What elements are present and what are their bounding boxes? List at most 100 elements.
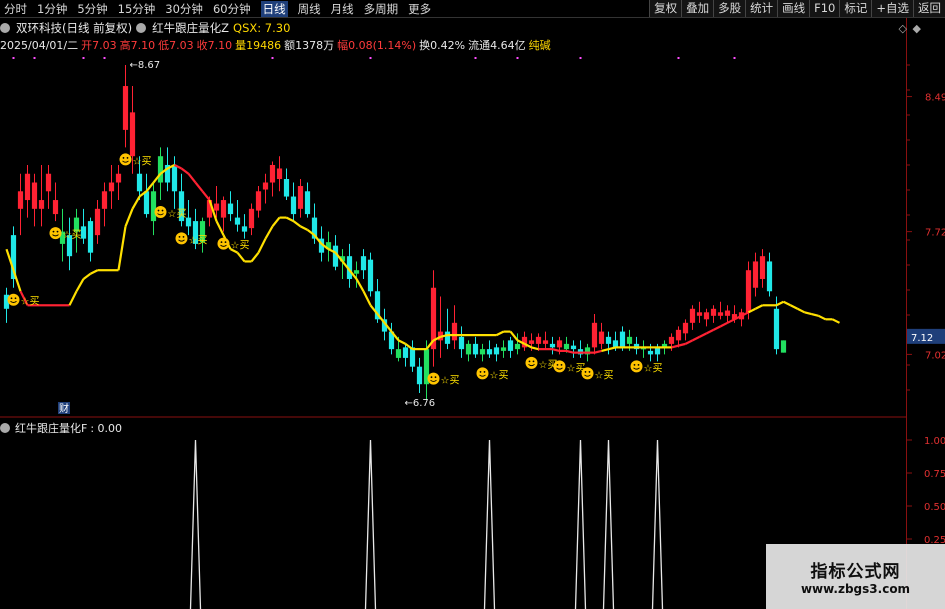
candle-body bbox=[451, 322, 458, 341]
trend-line-segment bbox=[12, 269, 22, 292]
candle-body bbox=[157, 156, 164, 183]
buy-signal-icon bbox=[154, 206, 167, 219]
candle-body bbox=[283, 179, 290, 197]
high-annotation: ←8.67 bbox=[130, 60, 161, 71]
sub-indicator-title: 红牛跟庄量化F : 0.00 bbox=[0, 420, 122, 436]
candle-body bbox=[262, 182, 269, 190]
sub-indicator-name: 红牛跟庄量化F bbox=[15, 422, 88, 435]
trend-line-segment bbox=[362, 290, 372, 306]
kline-chart: 8.497.727.027.121.000.750.500.25☆买☆买☆买☆买… bbox=[0, 57, 945, 609]
candle-body bbox=[129, 112, 136, 157]
top-marker bbox=[103, 57, 106, 59]
candle-body bbox=[360, 256, 367, 271]
quote-low: 低7.03 bbox=[158, 39, 194, 52]
sub-indicator-settings-icon[interactable] bbox=[0, 423, 10, 433]
trend-line-segment bbox=[286, 216, 294, 223]
quote-open: 开7.03 bbox=[81, 39, 117, 52]
watermark-title: 指标公式网 bbox=[810, 562, 901, 582]
candle-body bbox=[213, 203, 220, 211]
buy-signal-eye bbox=[52, 230, 55, 233]
candle-body bbox=[150, 191, 157, 222]
candle-body bbox=[24, 173, 31, 201]
buy-signal-icon bbox=[630, 360, 643, 373]
buy-signal-label: ☆买 bbox=[63, 229, 82, 241]
candle-body bbox=[591, 322, 598, 348]
candle-body bbox=[668, 336, 675, 344]
price-tick-label: 7.72 bbox=[925, 228, 945, 239]
buy-signal-icon bbox=[525, 356, 538, 369]
trend-line-segment bbox=[355, 278, 365, 292]
top-marker bbox=[12, 57, 15, 59]
candle-body bbox=[108, 182, 115, 192]
candle-body bbox=[444, 331, 451, 344]
stock-name: 双环科技(日线 前复权) bbox=[16, 21, 133, 35]
buy-signal-eye bbox=[178, 235, 181, 238]
candle-body bbox=[605, 336, 612, 344]
candle-body bbox=[647, 350, 654, 355]
candle-body bbox=[458, 336, 465, 350]
trend-line-segment bbox=[68, 290, 78, 306]
candle-body bbox=[766, 261, 773, 292]
candle-body bbox=[626, 336, 633, 344]
top-marker bbox=[369, 57, 372, 59]
trend-line-segment bbox=[201, 190, 211, 201]
current-price-label: 7.12 bbox=[911, 333, 933, 344]
candle-body bbox=[248, 208, 255, 229]
gear-icon[interactable] bbox=[0, 23, 10, 33]
buy-signal-eye bbox=[430, 376, 433, 379]
buy-signal-label: ☆买 bbox=[490, 369, 509, 381]
candle-body bbox=[101, 191, 108, 209]
candle-body bbox=[563, 343, 570, 350]
trend-line-segment bbox=[398, 339, 406, 345]
candle-body bbox=[171, 164, 178, 192]
candle-body bbox=[115, 173, 122, 183]
buy-signal-icon bbox=[7, 293, 20, 306]
candle-body bbox=[122, 86, 129, 130]
candle-body bbox=[45, 173, 52, 192]
buy-signal-eye bbox=[483, 371, 486, 373]
candle-body bbox=[507, 340, 514, 351]
trend-line-segment bbox=[300, 225, 308, 231]
trend-line-segment bbox=[180, 167, 190, 175]
collapse-icon[interactable]: ◇ bbox=[899, 22, 907, 35]
buy-signal-icon bbox=[119, 153, 132, 166]
trend-line-segment bbox=[727, 318, 735, 324]
buy-signal-label: ☆买 bbox=[189, 234, 208, 246]
candle-body bbox=[276, 168, 283, 180]
candle-body bbox=[703, 312, 710, 320]
buy-signal-eye bbox=[10, 297, 13, 300]
candle-body bbox=[556, 340, 563, 348]
trend-line-segment bbox=[713, 325, 721, 331]
buy-signal-icon bbox=[217, 237, 230, 250]
top-marker bbox=[516, 57, 519, 59]
candle-body bbox=[472, 343, 479, 355]
trend-line-segment bbox=[257, 238, 267, 254]
candle-body bbox=[752, 261, 759, 288]
buy-signal-icon bbox=[175, 232, 188, 245]
candle-body bbox=[220, 200, 227, 218]
candle-body bbox=[724, 310, 731, 316]
candle-body bbox=[514, 343, 521, 350]
candle-body bbox=[619, 331, 626, 348]
candle-body bbox=[675, 329, 682, 341]
qsx-value: QSX: 7.30 bbox=[233, 21, 291, 35]
buy-signal-eye bbox=[588, 371, 591, 373]
trend-line-segment bbox=[215, 220, 225, 236]
candle-body bbox=[136, 173, 143, 192]
sub-tick-label: 0.75 bbox=[924, 469, 945, 480]
buy-signal-icon bbox=[553, 360, 566, 373]
trend-line-segment bbox=[804, 311, 812, 316]
candle-body bbox=[710, 308, 717, 316]
buy-signal-eye bbox=[560, 363, 563, 366]
buy-signal-label: ☆买 bbox=[21, 296, 40, 308]
buy-signal-eye bbox=[633, 363, 636, 366]
candle-body bbox=[745, 270, 752, 313]
buy-signal-eye bbox=[584, 371, 587, 373]
expand-icon[interactable]: ◆ bbox=[913, 22, 921, 35]
buy-signal-label: ☆买 bbox=[595, 369, 614, 381]
right-axis-divider bbox=[906, 18, 907, 609]
indicator-settings-icon[interactable] bbox=[136, 23, 147, 33]
candle-body bbox=[696, 312, 703, 316]
buy-signal-eye bbox=[220, 241, 223, 244]
trend-line-segment bbox=[124, 208, 134, 227]
